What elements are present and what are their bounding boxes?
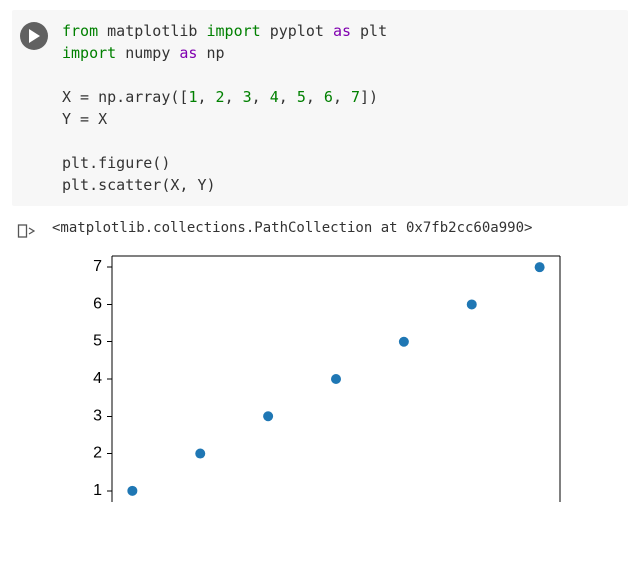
- output-cell: <matplotlib.collections.PathCollection a…: [12, 220, 628, 502]
- scatter-chart: 1 2 3 4 5 6 7: [52, 242, 628, 502]
- data-point: [331, 374, 341, 384]
- data-point: [127, 486, 137, 496]
- output-gutter[interactable]: [12, 220, 40, 240]
- notebook-root: from matplotlib import pyplot as pltimpo…: [0, 0, 640, 562]
- y-tick-label: 1: [93, 482, 102, 499]
- code-cell: from matplotlib import pyplot as pltimpo…: [12, 10, 628, 206]
- y-tick-label: 7: [93, 258, 102, 275]
- output-body: <matplotlib.collections.PathCollection a…: [40, 220, 628, 502]
- y-tick-label: 4: [93, 370, 102, 387]
- y-tick-label: 6: [93, 295, 102, 312]
- y-tick-label: 3: [93, 407, 102, 424]
- data-point: [195, 449, 205, 459]
- data-point: [467, 299, 477, 309]
- output-repr: <matplotlib.collections.PathCollection a…: [52, 220, 628, 236]
- data-point: [399, 337, 409, 347]
- y-tick-label: 5: [93, 333, 102, 350]
- scatter-series: [127, 262, 544, 496]
- data-point: [263, 411, 273, 421]
- code-editor[interactable]: from matplotlib import pyplot as pltimpo…: [48, 20, 620, 196]
- output-toggle-icon: [17, 222, 35, 240]
- run-button[interactable]: [20, 22, 48, 50]
- y-tick-label: 2: [93, 445, 102, 462]
- data-point: [535, 262, 545, 272]
- play-icon: [28, 29, 40, 43]
